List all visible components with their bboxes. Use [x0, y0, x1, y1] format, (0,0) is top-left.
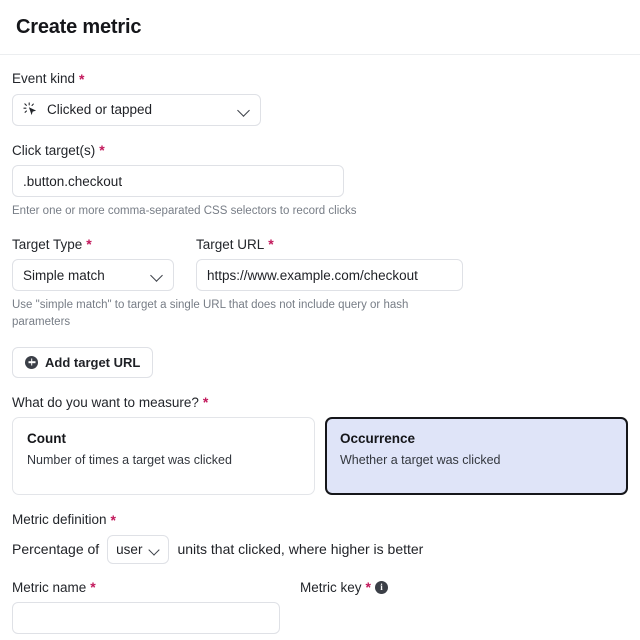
measure-options: Count Number of times a target was click… [12, 417, 628, 496]
target-type-label: Target Type * [12, 237, 174, 253]
click-targets-input[interactable]: .button.checkout [12, 165, 344, 198]
measure-option-desc: Number of times a target was clicked [27, 453, 232, 468]
target-type-control-wrap: Simple match [12, 259, 174, 292]
chevron-down-icon [238, 104, 250, 116]
click-pointer-icon [23, 102, 37, 116]
chevron-down-icon [149, 544, 160, 555]
measure-label-text: What do you want to measure? [12, 394, 199, 410]
event-kind-label: Event kind * [12, 71, 628, 87]
metric-definition-label-text: Metric definition [12, 512, 107, 528]
metric-identity-row: Metric name * Metric key * i [12, 580, 628, 635]
metric-key-label-text: Metric key [300, 579, 362, 595]
required-asterisk: * [268, 236, 274, 253]
required-asterisk: * [202, 394, 209, 411]
required-asterisk: * [99, 142, 105, 159]
field-click-targets: Click target(s) * .button.checkout Enter… [12, 143, 628, 220]
required-asterisk: * [86, 236, 92, 253]
target-url-label: Target URL * [196, 237, 463, 253]
metric-unit-value: user [116, 541, 143, 557]
event-kind-label-text: Event kind [12, 71, 76, 86]
measure-option-occurrence[interactable]: Occurrence Whether a target was clicked [325, 417, 628, 496]
metric-key-label: Metric key * i [300, 580, 568, 596]
target-url-input[interactable]: https://www.example.com/checkout [196, 259, 463, 292]
measure-option-title: Count [27, 431, 66, 447]
required-asterisk: * [79, 70, 85, 87]
click-targets-label: Click target(s) * [12, 143, 628, 159]
click-targets-label-text: Click target(s) [12, 142, 96, 158]
target-type-value: Simple match [23, 267, 105, 283]
target-url-value: https://www.example.com/checkout [207, 267, 418, 283]
create-metric-page: Create metric Event kind * Clicked or ta… [0, 0, 640, 640]
measure-option-desc: Whether a target was clicked [340, 453, 501, 468]
event-kind-value: Clicked or tapped [47, 102, 153, 118]
metric-definition-prefix: Percentage of [12, 541, 100, 558]
target-controls-row: Simple match https://www.example.com/che… [12, 259, 628, 292]
measure-label: What do you want to measure? * [12, 395, 628, 411]
field-event-kind: Event kind * Clicked or tapped [12, 71, 628, 126]
target-url-label-text: Target URL [196, 236, 265, 252]
create-metric-form: Event kind * Clicked or tapped Click tar… [0, 55, 640, 635]
field-target-row: Target Type * Target URL * Simple match [12, 237, 628, 331]
target-type-label-text: Target Type [12, 236, 83, 252]
chevron-down-icon [151, 269, 163, 281]
target-type-label-wrap: Target Type * [12, 237, 174, 260]
add-target-url-wrap: Add target URL [12, 346, 628, 378]
measure-option-count[interactable]: Count Number of times a target was click… [12, 417, 315, 496]
field-metric-key: Metric key * i [300, 580, 568, 635]
page-header: Create metric [0, 0, 640, 55]
plus-circle-icon [25, 355, 38, 369]
event-kind-select[interactable]: Clicked or tapped [12, 93, 261, 126]
target-type-select[interactable]: Simple match [12, 259, 174, 292]
metric-definition-suffix: units that clicked, where higher is bett… [177, 541, 424, 558]
metric-name-label: Metric name * [12, 580, 280, 596]
required-asterisk: * [90, 579, 96, 596]
target-type-helper: Use "simple match" to target a single UR… [12, 299, 409, 328]
page-title: Create metric [16, 15, 142, 38]
click-targets-value: .button.checkout [23, 173, 123, 189]
metric-name-input[interactable] [12, 602, 280, 635]
required-asterisk: * [110, 511, 116, 528]
metric-unit-select[interactable]: user [107, 534, 170, 564]
target-labels-row: Target Type * Target URL * [12, 237, 628, 260]
target-url-label-wrap: Target URL * [196, 237, 463, 260]
add-target-url-label: Add target URL [45, 354, 141, 370]
click-targets-helper: Enter one or more comma-separated CSS se… [12, 205, 357, 218]
target-url-control-wrap: https://www.example.com/checkout [196, 259, 463, 292]
metric-name-label-text: Metric name [12, 579, 87, 595]
required-asterisk: * [365, 579, 371, 596]
measure-option-title: Occurrence [340, 431, 416, 447]
metric-definition-label: Metric definition * [12, 512, 628, 528]
info-icon[interactable]: i [374, 580, 388, 594]
add-target-url-button[interactable]: Add target URL [12, 346, 154, 378]
field-metric-name: Metric name * [12, 580, 280, 635]
field-metric-definition: Metric definition * Percentage of user u… [12, 512, 628, 564]
field-measure: What do you want to measure? * Count Num… [12, 395, 628, 496]
metric-definition-sentence: Percentage of user units that clicked, w… [12, 534, 628, 564]
